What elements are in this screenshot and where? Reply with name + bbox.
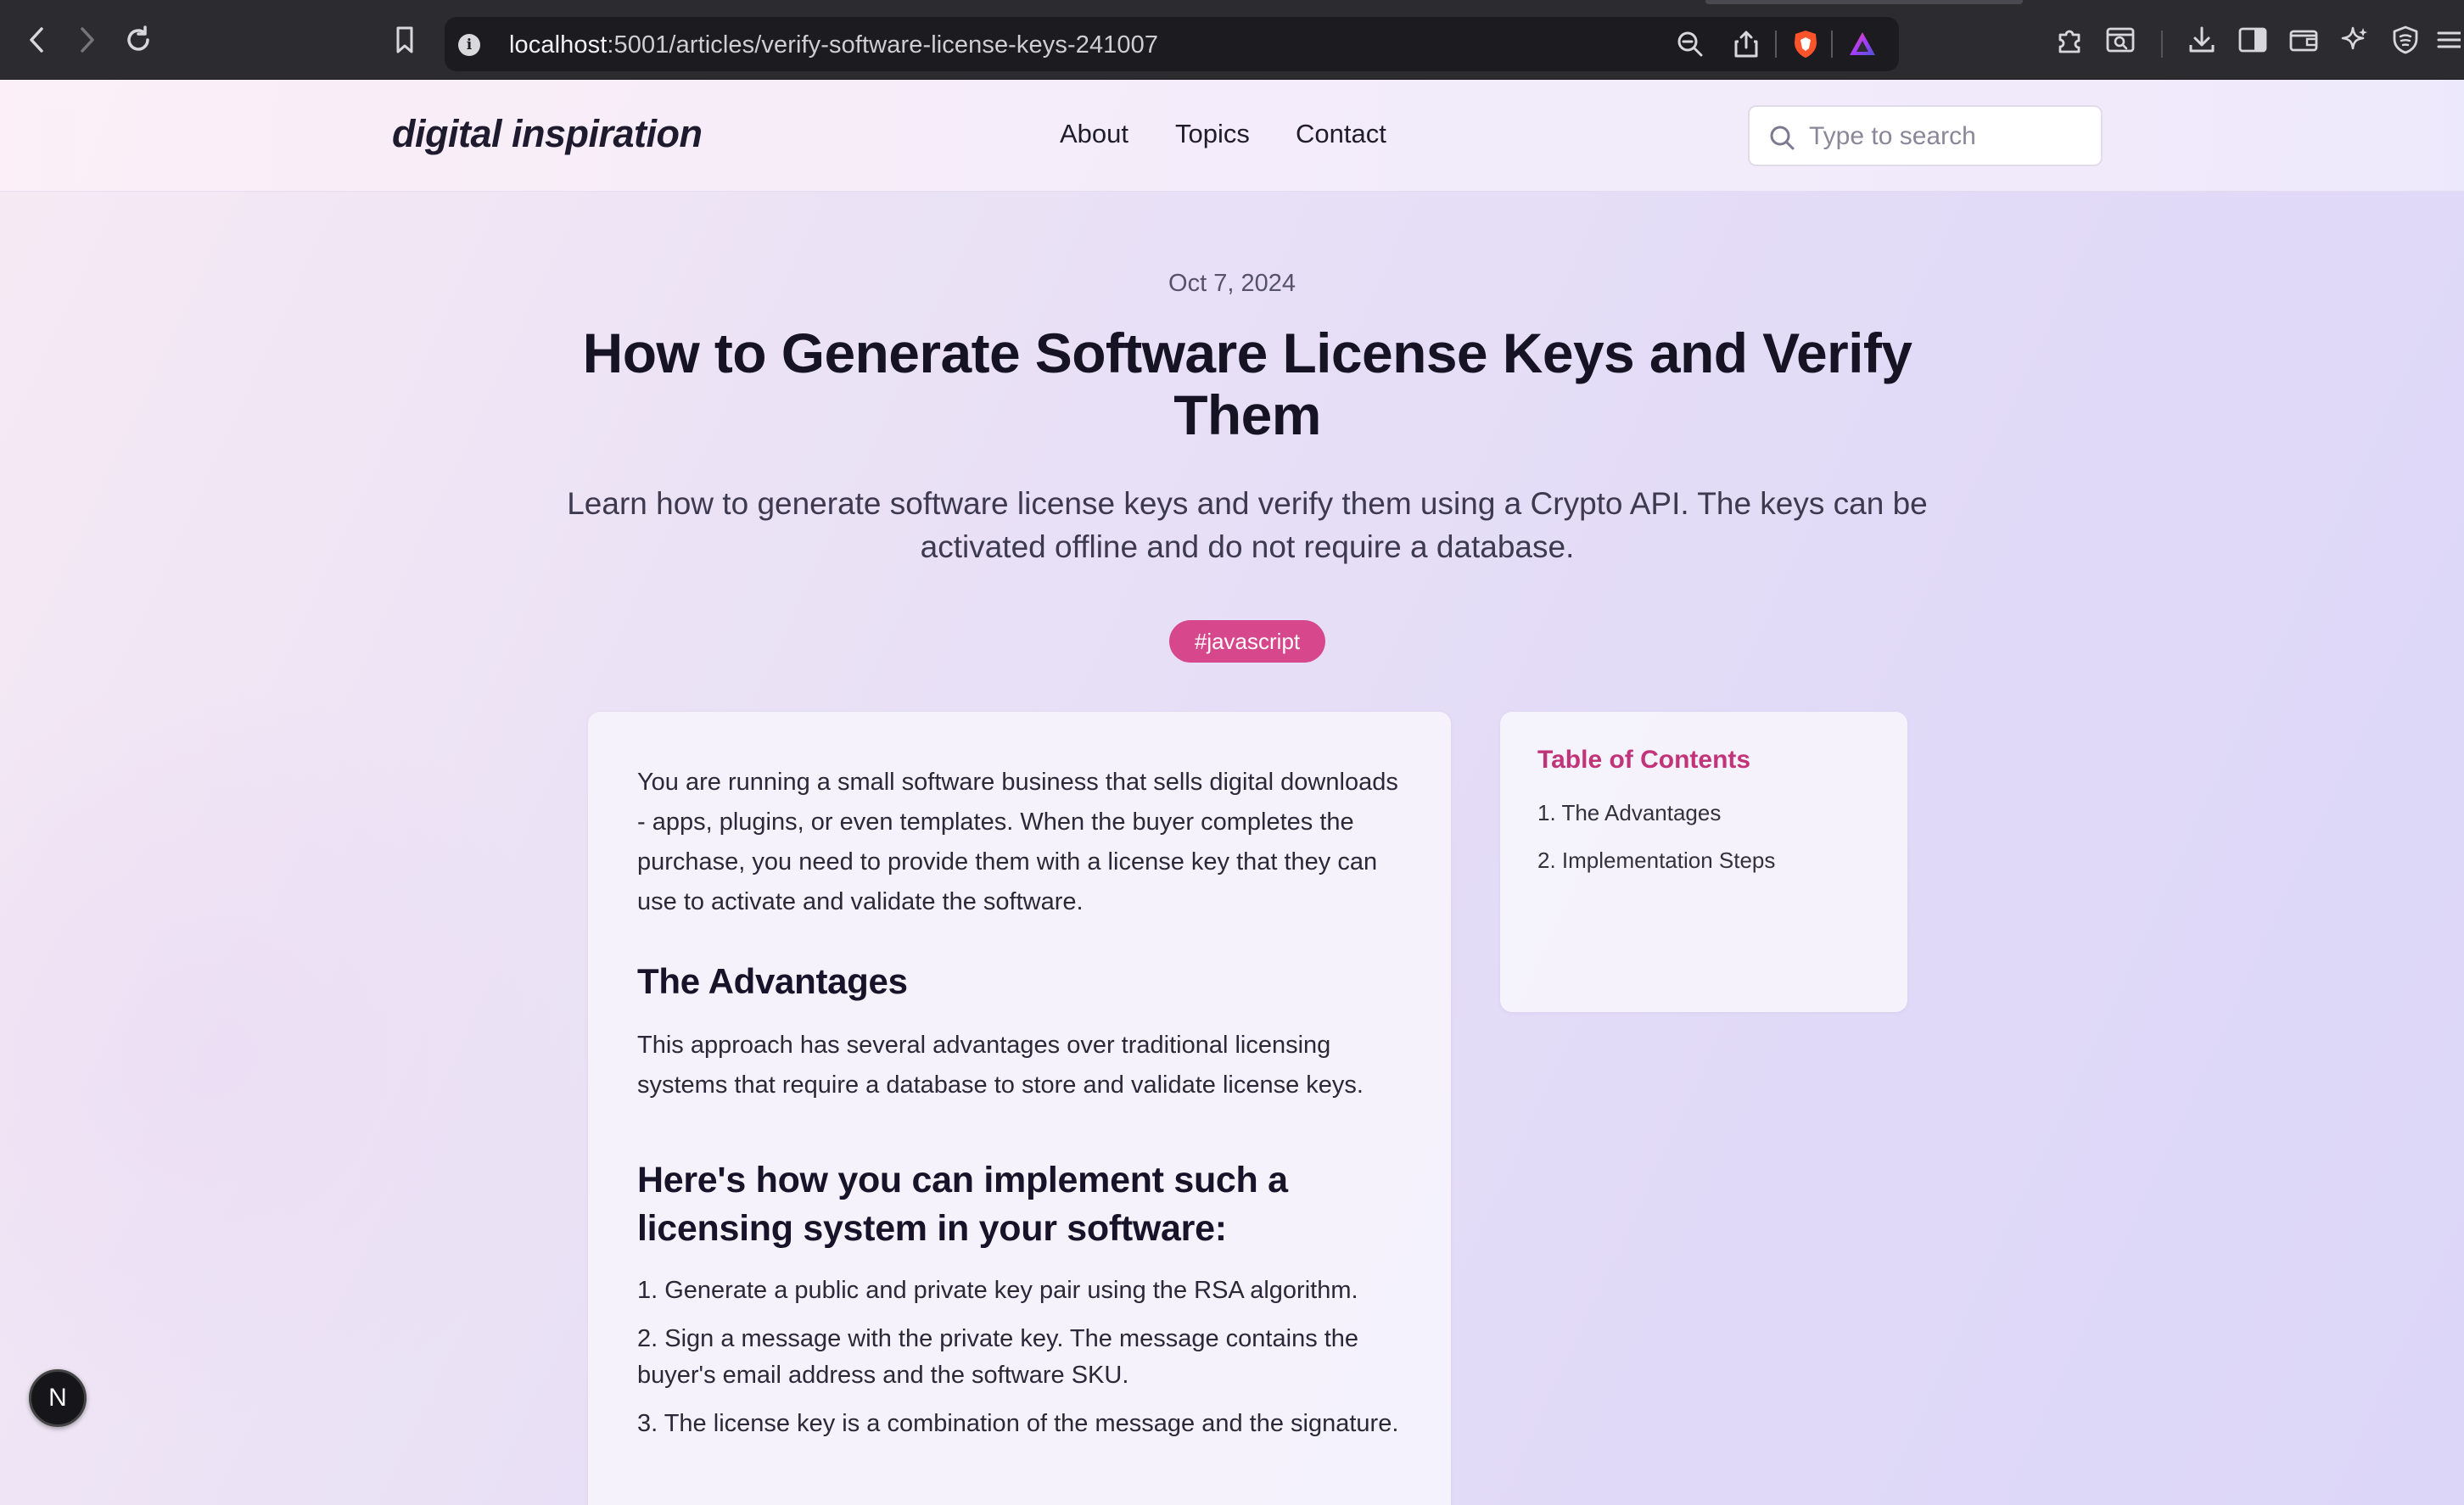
sidebar-icon[interactable] bbox=[2236, 23, 2270, 57]
leo-ai-icon[interactable] bbox=[2338, 23, 2372, 57]
toc-title: Table of Contents bbox=[1537, 746, 1751, 774]
site-header: digital inspiration About Topics Contact bbox=[0, 80, 2464, 192]
table-of-contents: Table of Contents 1. The Advantages 2. I… bbox=[1500, 712, 1907, 1012]
nextjs-dev-badge[interactable]: N bbox=[29, 1369, 87, 1427]
page-viewport: digital inspiration About Topics Contact… bbox=[0, 80, 2464, 1505]
implementation-steps: 1. Generate a public and private key pai… bbox=[637, 1273, 1402, 1442]
list-item: 2. Sign a message with the private key. … bbox=[637, 1325, 1359, 1389]
url-text[interactable]: localhost:5001/articles/verify-software-… bbox=[509, 31, 1158, 59]
brave-shield-icon[interactable] bbox=[1789, 27, 1823, 61]
bookmark-icon[interactable] bbox=[388, 23, 422, 57]
address-bar[interactable]: i localhost:5001/articles/verify-softwar… bbox=[445, 17, 1899, 71]
wallet-icon[interactable] bbox=[2287, 23, 2321, 57]
advantages-heading: The Advantages bbox=[637, 961, 908, 1001]
forward-icon[interactable] bbox=[70, 23, 104, 57]
toolbar-separator bbox=[2161, 31, 2163, 58]
nav-link-topics[interactable]: Topics bbox=[1175, 119, 1250, 149]
search-box[interactable] bbox=[1748, 105, 2103, 166]
advantages-paragraph: This approach has several advantages ove… bbox=[637, 1032, 1364, 1099]
extensions-icon[interactable] bbox=[2053, 23, 2087, 57]
brave-rewards-icon[interactable] bbox=[1845, 27, 1879, 61]
toc-item-implementation[interactable]: 2. Implementation Steps bbox=[1537, 848, 1870, 874]
article-subtitle: Learn how to generate software license k… bbox=[567, 486, 1928, 564]
download-icon[interactable] bbox=[2185, 23, 2219, 57]
search-input[interactable] bbox=[1809, 119, 2089, 154]
nav-link-contact[interactable]: Contact bbox=[1296, 119, 1386, 149]
url-separator bbox=[1775, 31, 1777, 58]
tab-search-icon[interactable] bbox=[2103, 23, 2137, 57]
url-host: localhost bbox=[509, 31, 608, 59]
article-body: You are running a small software busines… bbox=[588, 712, 1451, 1505]
site-logo[interactable]: digital inspiration bbox=[392, 112, 703, 156]
url-path: :5001/articles/verify-software-license-k… bbox=[607, 31, 1159, 59]
toc-item-advantages[interactable]: 1. The Advantages bbox=[1537, 800, 1870, 826]
tag-javascript[interactable]: #javascript bbox=[1169, 620, 1325, 663]
zoom-out-icon[interactable] bbox=[1673, 27, 1707, 61]
list-item: 3. The license key is a combination of t… bbox=[637, 1410, 1399, 1437]
active-tab-indicator bbox=[1705, 0, 2023, 4]
background-glow bbox=[0, 674, 594, 1437]
nextjs-logo-icon: N bbox=[48, 1384, 67, 1412]
nav-link-about[interactable]: About bbox=[1060, 119, 1128, 149]
article-date: Oct 7, 2024 bbox=[1168, 270, 1296, 297]
list-item: 1. Generate a public and private key pai… bbox=[637, 1277, 1358, 1304]
search-icon bbox=[1768, 124, 1797, 157]
reload-icon[interactable] bbox=[121, 23, 155, 57]
browser-toolbar: i localhost:5001/articles/verify-softwar… bbox=[0, 0, 2464, 80]
vpn-icon[interactable] bbox=[2388, 23, 2422, 57]
implementation-heading: Here's how you can implement such a lice… bbox=[637, 1160, 1288, 1249]
share-icon[interactable] bbox=[1729, 27, 1763, 61]
article-intro: You are running a small software busines… bbox=[637, 769, 1398, 915]
url-separator bbox=[1831, 31, 1833, 58]
back-icon[interactable] bbox=[20, 23, 54, 57]
info-icon[interactable]: i bbox=[458, 34, 480, 56]
article-title: How to Generate Software License Keys an… bbox=[582, 322, 1912, 446]
menu-icon[interactable] bbox=[2432, 23, 2464, 57]
